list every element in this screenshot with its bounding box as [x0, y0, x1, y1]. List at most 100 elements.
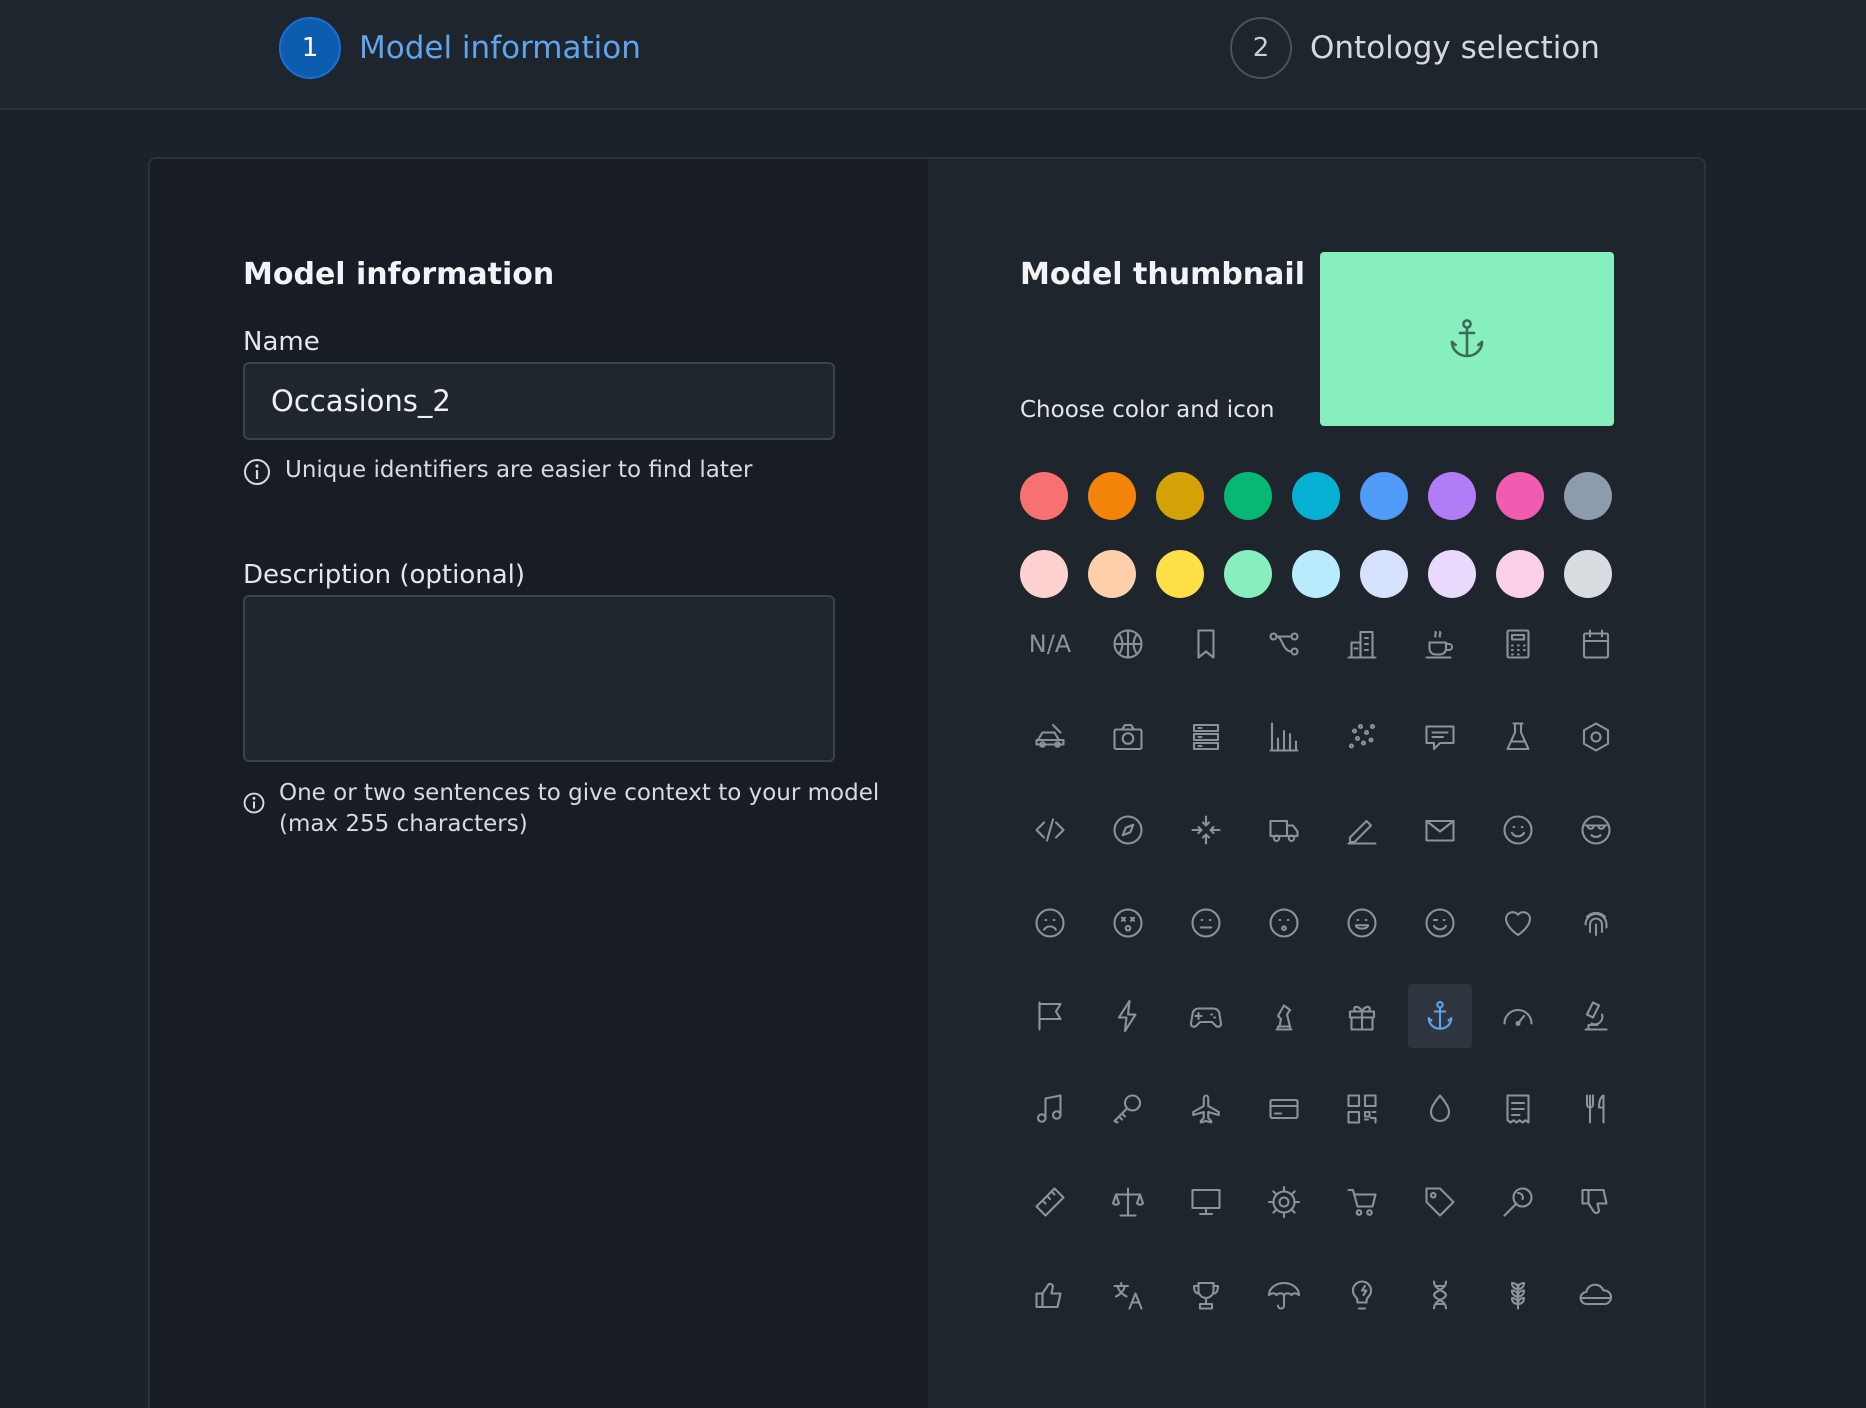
icon-option-collapse[interactable]: [1174, 798, 1238, 862]
icon-option-happy-face[interactable]: [1330, 891, 1394, 955]
color-swatch[interactable]: [1292, 550, 1340, 598]
icon-option-cool-face[interactable]: [1564, 798, 1628, 862]
icon-option-pencil[interactable]: [1330, 798, 1394, 862]
icon-option-monitor[interactable]: [1174, 1170, 1238, 1234]
icon-option-flow[interactable]: [1252, 612, 1316, 676]
color-swatch[interactable]: [1496, 472, 1544, 520]
icon-option-code[interactable]: [1018, 798, 1082, 862]
icon-option-fingerprint[interactable]: [1564, 891, 1628, 955]
icon-option-gear[interactable]: [1252, 1170, 1316, 1234]
icon-option-cloud[interactable]: [1564, 1263, 1628, 1327]
icon-option-sad-face[interactable]: [1018, 891, 1082, 955]
icon-option-drop[interactable]: [1408, 1077, 1472, 1141]
icon-option-lightning[interactable]: [1096, 984, 1160, 1048]
color-swatch[interactable]: [1088, 472, 1136, 520]
icon-option-gauge[interactable]: [1486, 984, 1550, 1048]
icon-option-cube[interactable]: [1564, 705, 1628, 769]
icon-option-qr-code[interactable]: [1330, 1077, 1394, 1141]
color-swatch[interactable]: [1156, 472, 1204, 520]
gear-icon: [1267, 1185, 1301, 1219]
icon-option-cart[interactable]: [1330, 1170, 1394, 1234]
description-input[interactable]: [243, 595, 835, 762]
color-swatch[interactable]: [1156, 550, 1204, 598]
model-information-title: Model information: [243, 257, 555, 292]
step-model-information[interactable]: 1 Model information: [279, 16, 641, 80]
icon-option-basketball[interactable]: [1096, 612, 1160, 676]
color-swatch[interactable]: [1496, 550, 1544, 598]
color-swatch[interactable]: [1224, 472, 1272, 520]
icon-option-camera[interactable]: [1096, 705, 1160, 769]
icon-option-compass[interactable]: [1096, 798, 1160, 862]
icon-option-mail[interactable]: [1408, 798, 1472, 862]
icon-option-smile[interactable]: [1486, 798, 1550, 862]
icon-option-na[interactable]: N/A: [1018, 612, 1082, 676]
icon-option-calculator[interactable]: [1486, 612, 1550, 676]
icon-option-chess[interactable]: [1252, 984, 1316, 1048]
icon-option-gift[interactable]: [1330, 984, 1394, 1048]
microscope-icon: [1584, 1001, 1608, 1031]
drop-icon: [1429, 1094, 1451, 1123]
icon-option-surprised-face[interactable]: [1252, 891, 1316, 955]
color-swatch[interactable]: [1020, 550, 1068, 598]
icon-option-neutral-face[interactable]: [1174, 891, 1238, 955]
building-icon: [1347, 630, 1377, 659]
icon-option-thumbs-down[interactable]: [1564, 1170, 1628, 1234]
icon-option-dizzy-face[interactable]: [1096, 891, 1160, 955]
music-icon: [1036, 1094, 1062, 1123]
icon-option-umbrella[interactable]: [1252, 1263, 1316, 1327]
icon-option-receipt[interactable]: [1486, 1077, 1550, 1141]
icon-option-heart[interactable]: [1486, 891, 1550, 955]
icon-option-plane[interactable]: [1174, 1077, 1238, 1141]
step-number: 1: [279, 17, 341, 79]
icon-option-chat[interactable]: [1408, 705, 1472, 769]
name-input[interactable]: [243, 362, 835, 440]
model-form-card: Model information Name Unique identifier…: [148, 157, 1706, 1408]
icon-option-anchor[interactable]: [1408, 984, 1472, 1048]
thumbs-up-icon: [1035, 1282, 1062, 1309]
step-ontology-selection[interactable]: 2 Ontology selection: [1230, 16, 1600, 80]
icon-option-flag[interactable]: [1018, 984, 1082, 1048]
icon-option-translate[interactable]: [1096, 1263, 1160, 1327]
code-icon: [1035, 818, 1065, 842]
icon-option-gamepad[interactable]: [1174, 984, 1238, 1048]
icon-option-truck[interactable]: [1252, 798, 1316, 862]
color-swatch[interactable]: [1224, 550, 1272, 598]
icon-option-lightbulb[interactable]: [1330, 1263, 1394, 1327]
color-swatch[interactable]: [1292, 472, 1340, 520]
description-hint: One or two sentences to give context to …: [243, 778, 879, 840]
icon-option-server[interactable]: [1174, 705, 1238, 769]
icon-option-wink-face[interactable]: [1408, 891, 1472, 955]
icon-option-wheat[interactable]: [1486, 1263, 1550, 1327]
icon-option-trophy[interactable]: [1174, 1263, 1238, 1327]
sad-face-icon: [1035, 908, 1065, 938]
icon-option-car[interactable]: [1018, 705, 1082, 769]
icon-option-flask[interactable]: [1486, 705, 1550, 769]
icon-option-microscope[interactable]: [1564, 984, 1628, 1048]
color-swatch[interactable]: [1360, 472, 1408, 520]
icon-option-building[interactable]: [1330, 612, 1394, 676]
color-swatch[interactable]: [1360, 550, 1408, 598]
color-swatch[interactable]: [1428, 550, 1476, 598]
icon-option-music[interactable]: [1018, 1077, 1082, 1141]
color-swatch[interactable]: [1020, 472, 1068, 520]
icon-option-coffee[interactable]: [1408, 612, 1472, 676]
icon-option-tag[interactable]: [1408, 1170, 1472, 1234]
thumbs-down-icon: [1581, 1188, 1608, 1215]
color-swatch[interactable]: [1428, 472, 1476, 520]
icon-option-calendar[interactable]: [1564, 612, 1628, 676]
icon-option-card[interactable]: [1252, 1077, 1316, 1141]
icon-option-dna[interactable]: [1408, 1263, 1472, 1327]
icon-option-ruler[interactable]: [1018, 1170, 1082, 1234]
color-swatch[interactable]: [1564, 550, 1612, 598]
icon-option-restaurant[interactable]: [1564, 1077, 1628, 1141]
color-swatch[interactable]: [1564, 472, 1612, 520]
icon-option-lollipop[interactable]: [1486, 1170, 1550, 1234]
icon-option-scatter[interactable]: [1330, 705, 1394, 769]
color-swatch[interactable]: [1088, 550, 1136, 598]
icon-option-thumbs-up[interactable]: [1018, 1263, 1082, 1327]
icon-option-bookmark[interactable]: [1174, 612, 1238, 676]
icon-option-key[interactable]: [1096, 1077, 1160, 1141]
heart-icon: [1504, 911, 1532, 937]
icon-option-scale[interactable]: [1096, 1170, 1160, 1234]
icon-option-bar-chart[interactable]: [1252, 705, 1316, 769]
